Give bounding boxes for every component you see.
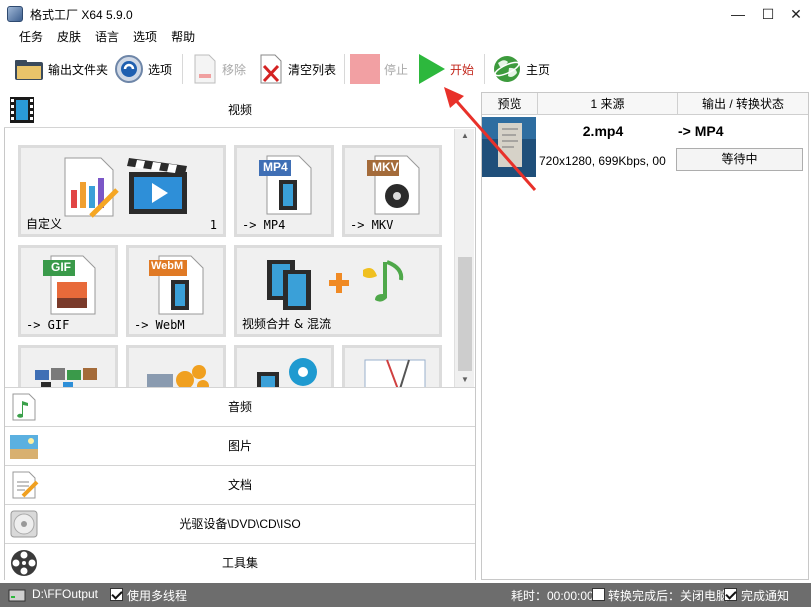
category-tools[interactable]: 工具集 bbox=[5, 543, 475, 581]
output-path[interactable]: D:\FFOutput bbox=[32, 587, 98, 601]
toolbar-separator bbox=[182, 54, 183, 84]
document-chart-icon bbox=[64, 157, 119, 218]
stop-icon bbox=[350, 54, 380, 84]
category-disc[interactable]: 光驱设备\DVD\CD\ISO bbox=[5, 504, 475, 542]
film-icon bbox=[10, 97, 34, 123]
webm-badge: WebM bbox=[151, 260, 184, 272]
annotation-arrow-icon bbox=[444, 87, 537, 191]
category-image[interactable]: 图片 bbox=[5, 426, 475, 464]
tile-gif-label: -> GIF bbox=[26, 318, 70, 332]
tile-webm-label: -> WebM bbox=[134, 318, 185, 332]
window-title: 格式工厂 X64 5.9.0 bbox=[30, 8, 133, 22]
gif-file-icon bbox=[43, 255, 96, 315]
source-filename: 2.mp4 bbox=[582, 123, 624, 139]
title-bar: 格式工厂 X64 5.9.0 — ☐ ✕ bbox=[0, 0, 811, 28]
multithread-label: 使用多线程 bbox=[127, 589, 188, 603]
remove-button[interactable]: 移除 bbox=[192, 52, 246, 86]
after-convert-label: 转换完成后：关闭电脑 bbox=[608, 589, 729, 603]
category-audio[interactable]: 音频 bbox=[5, 387, 475, 425]
stop-button[interactable]: 停止 bbox=[350, 52, 408, 86]
app-icon bbox=[7, 6, 23, 22]
status-bar: D:\FFOutput 使用多线程 耗时：00:00:00 转换完成后：关闭电脑… bbox=[0, 583, 811, 607]
tile-more-1[interactable] bbox=[18, 345, 118, 387]
after-convert-checkbox[interactable] bbox=[592, 588, 605, 601]
gif-badge: GIF bbox=[51, 260, 71, 274]
mkv-badge: MKV bbox=[372, 160, 399, 174]
status-badge[interactable]: 等待中 bbox=[676, 148, 803, 171]
category-video-header[interactable]: 视频 bbox=[4, 92, 476, 128]
tile-custom-count: 1 bbox=[209, 218, 217, 232]
source-info: 720x1280, 699Kbps, 00 bbox=[539, 154, 666, 168]
category-disc-label: 光驱设备\DVD\CD\ISO bbox=[179, 517, 301, 531]
film-reel-icon bbox=[257, 358, 317, 387]
tile-more-2[interactable] bbox=[126, 345, 226, 387]
menu-bar: 任务 皮肤 语言 选项 帮助 bbox=[0, 28, 811, 48]
output-folder-button[interactable]: 输出文件夹 bbox=[14, 52, 108, 86]
category-document-label: 文档 bbox=[227, 478, 252, 492]
options-button[interactable]: 选项 bbox=[114, 52, 172, 86]
output-format: -> MP4 bbox=[678, 123, 724, 139]
clear-list-icon bbox=[260, 54, 282, 84]
crop-icon bbox=[364, 359, 426, 387]
tile-more-3[interactable] bbox=[234, 345, 334, 387]
category-video-label: 视频 bbox=[227, 103, 252, 117]
tile-mp4[interactable]: MP4 -> MP4 bbox=[234, 145, 334, 237]
drive-icon bbox=[8, 589, 26, 602]
tile-mp4-label: -> MP4 bbox=[242, 218, 286, 232]
menu-skin[interactable]: 皮肤 bbox=[50, 28, 88, 48]
tile-mkv[interactable]: MKV -> MKV bbox=[342, 145, 442, 237]
tile-custom-label: 自定义 bbox=[26, 217, 63, 231]
notify-checkbox[interactable] bbox=[724, 588, 737, 601]
gears-icon bbox=[147, 365, 209, 387]
multi-format-icon bbox=[35, 368, 97, 387]
category-document[interactable]: 文档 bbox=[5, 465, 475, 503]
menu-language[interactable]: 语言 bbox=[88, 28, 126, 48]
column-source[interactable]: 1 来源 bbox=[538, 93, 678, 115]
category-image-label: 图片 bbox=[227, 439, 252, 453]
tile-mkv-label: -> MKV bbox=[350, 218, 394, 232]
toolbar-separator bbox=[344, 54, 345, 84]
merge-icon bbox=[267, 260, 404, 310]
category-audio-label: 音频 bbox=[227, 400, 252, 414]
clear-list-button[interactable]: 清空列表 bbox=[258, 52, 336, 86]
elapsed-time: 耗时：00:00:00 bbox=[511, 589, 594, 603]
folder-icon bbox=[15, 60, 43, 80]
menu-task[interactable]: 任务 bbox=[12, 28, 50, 48]
scroll-thumb[interactable] bbox=[458, 257, 472, 371]
tile-more-4[interactable] bbox=[342, 345, 442, 387]
tile-custom[interactable]: 自定义 1 bbox=[18, 145, 226, 237]
video-tile-grid: 自定义 1 MP4 -> MP4 MKV -> MKV GIF -> GIF W… bbox=[5, 129, 453, 387]
close-button[interactable]: ✕ bbox=[780, 0, 811, 28]
notify-label: 完成通知 bbox=[741, 589, 790, 603]
column-output-status[interactable]: 输出 / 转换状态 bbox=[678, 93, 808, 115]
options-icon bbox=[115, 55, 143, 83]
tile-webm[interactable]: WebM -> WebM bbox=[126, 245, 226, 337]
minimize-button[interactable]: — bbox=[722, 0, 754, 28]
tile-video-merge[interactable]: 视频合并 & 混流 bbox=[234, 245, 442, 337]
menu-help[interactable]: 帮助 bbox=[164, 28, 202, 48]
scroll-down-icon[interactable]: ▼ bbox=[455, 373, 475, 387]
tile-merge-label: 视频合并 & 混流 bbox=[242, 317, 331, 331]
clapperboard-icon bbox=[127, 158, 187, 214]
tile-gif[interactable]: GIF -> GIF bbox=[18, 245, 118, 337]
category-tools-label: 工具集 bbox=[221, 556, 258, 570]
multithread-checkbox[interactable] bbox=[110, 588, 123, 601]
remove-icon bbox=[194, 54, 216, 84]
mp4-badge: MP4 bbox=[263, 160, 288, 174]
menu-options[interactable]: 选项 bbox=[126, 28, 164, 48]
toolbar: 输出文件夹 选项 移除 清空列表 停止 开始 主页 bbox=[0, 48, 811, 90]
